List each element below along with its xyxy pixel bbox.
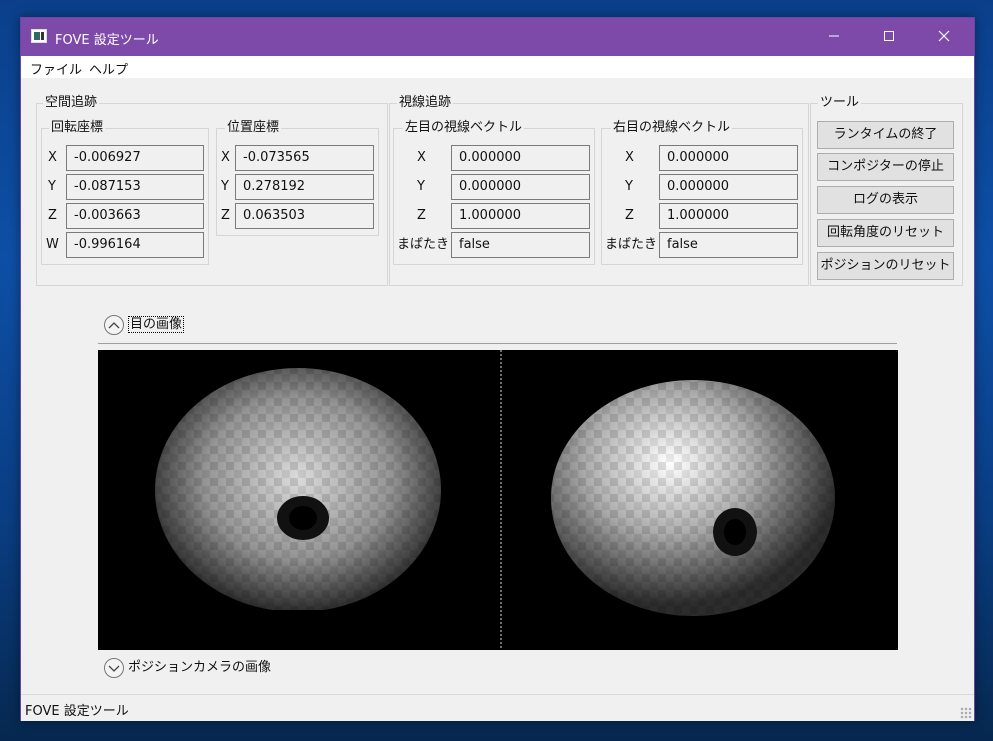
left-x-field[interactable]: 0.000000 <box>451 145 590 171</box>
position-camera-expand-button[interactable] <box>104 658 124 678</box>
position-x-field[interactable]: -0.073565 <box>235 145 374 171</box>
left-blink-label: まばたき <box>397 237 450 252</box>
status-text: FOVE 設定ツール <box>25 704 129 719</box>
rotation-w-field[interactable]: -0.996164 <box>66 232 204 258</box>
maximize-icon <box>884 31 894 41</box>
rotation-label: 回転座標 <box>49 120 106 136</box>
rotation-z-label: Z <box>48 208 57 223</box>
left-eye-label: 左目の視線ベクトル <box>403 120 525 136</box>
app-window: FOVE 設定ツール ファイル ヘルプ 空間追跡 回転座標 X -0.00692… <box>20 17 975 721</box>
chevron-down-icon <box>108 665 120 672</box>
left-y-label: Y <box>417 179 425 194</box>
eye-image-collapse-button[interactable] <box>104 315 124 335</box>
position-y-field[interactable]: 0.278192 <box>235 174 374 200</box>
tools-label: ツール <box>818 95 862 111</box>
reset-rotation-button[interactable]: 回転角度のリセット <box>817 219 954 247</box>
minimize-button[interactable] <box>811 18 857 56</box>
position-y-label: Y <box>221 179 229 194</box>
left-y-field[interactable]: 0.000000 <box>451 174 590 200</box>
right-eye-label: 右目の視線ベクトル <box>611 120 733 136</box>
right-z-label: Z <box>625 208 634 223</box>
spatial-tracking-label: 空間追跡 <box>43 95 100 111</box>
left-z-label: Z <box>417 208 426 223</box>
rotation-w-label: W <box>46 237 59 252</box>
expander-divider <box>98 343 897 344</box>
right-x-field[interactable]: 0.000000 <box>659 145 798 171</box>
app-icon <box>31 29 47 43</box>
reset-position-button[interactable]: ポジションのリセット <box>817 252 954 280</box>
close-button[interactable] <box>921 18 967 56</box>
eye-image-view <box>98 350 898 650</box>
right-blink-field[interactable]: false <box>659 232 798 258</box>
rotation-x-field[interactable]: -0.006927 <box>66 145 204 171</box>
window-title: FOVE 設定ツール <box>55 33 159 48</box>
minimize-icon <box>829 35 839 37</box>
rotation-y-label: Y <box>48 179 56 194</box>
maximize-button[interactable] <box>866 18 912 56</box>
title-bar[interactable]: FOVE 設定ツール <box>21 18 974 56</box>
left-blink-field[interactable]: false <box>451 232 590 258</box>
eye-image-label: 目の画像 <box>128 316 185 333</box>
position-camera-label[interactable]: ポジションカメラの画像 <box>128 660 271 676</box>
status-bar: FOVE 設定ツール <box>21 694 974 721</box>
right-blink-label: まばたき <box>605 237 658 252</box>
right-x-label: X <box>625 150 634 165</box>
close-icon <box>938 30 950 42</box>
stop-compositor-button[interactable]: コンポジターの停止 <box>817 153 954 181</box>
left-z-field[interactable]: 1.000000 <box>451 203 590 229</box>
gaze-tracking-label: 視線追跡 <box>397 95 454 111</box>
left-x-label: X <box>417 150 426 165</box>
right-z-field[interactable]: 1.000000 <box>659 203 798 229</box>
eye-image-expander-label[interactable]: 目の画像 <box>128 316 185 333</box>
position-z-label: Z <box>221 208 230 223</box>
resize-grip-icon[interactable] <box>960 707 972 719</box>
stop-runtime-button[interactable]: ランタイムの終了 <box>817 121 954 149</box>
show-log-button[interactable]: ログの表示 <box>817 186 954 214</box>
position-x-label: X <box>221 150 230 165</box>
position-z-field[interactable]: 0.063503 <box>235 203 374 229</box>
rotation-y-field[interactable]: -0.087153 <box>66 174 204 200</box>
rotation-x-label: X <box>48 150 57 165</box>
eye-camera-image <box>155 350 835 650</box>
position-label: 位置座標 <box>225 120 282 136</box>
menu-file[interactable]: ファイル <box>30 59 82 78</box>
chevron-up-icon <box>108 322 120 329</box>
right-y-label: Y <box>625 179 633 194</box>
menu-bar: ファイル ヘルプ <box>21 56 974 78</box>
menu-help[interactable]: ヘルプ <box>89 59 128 78</box>
rotation-z-field[interactable]: -0.003663 <box>66 203 204 229</box>
right-y-field[interactable]: 0.000000 <box>659 174 798 200</box>
